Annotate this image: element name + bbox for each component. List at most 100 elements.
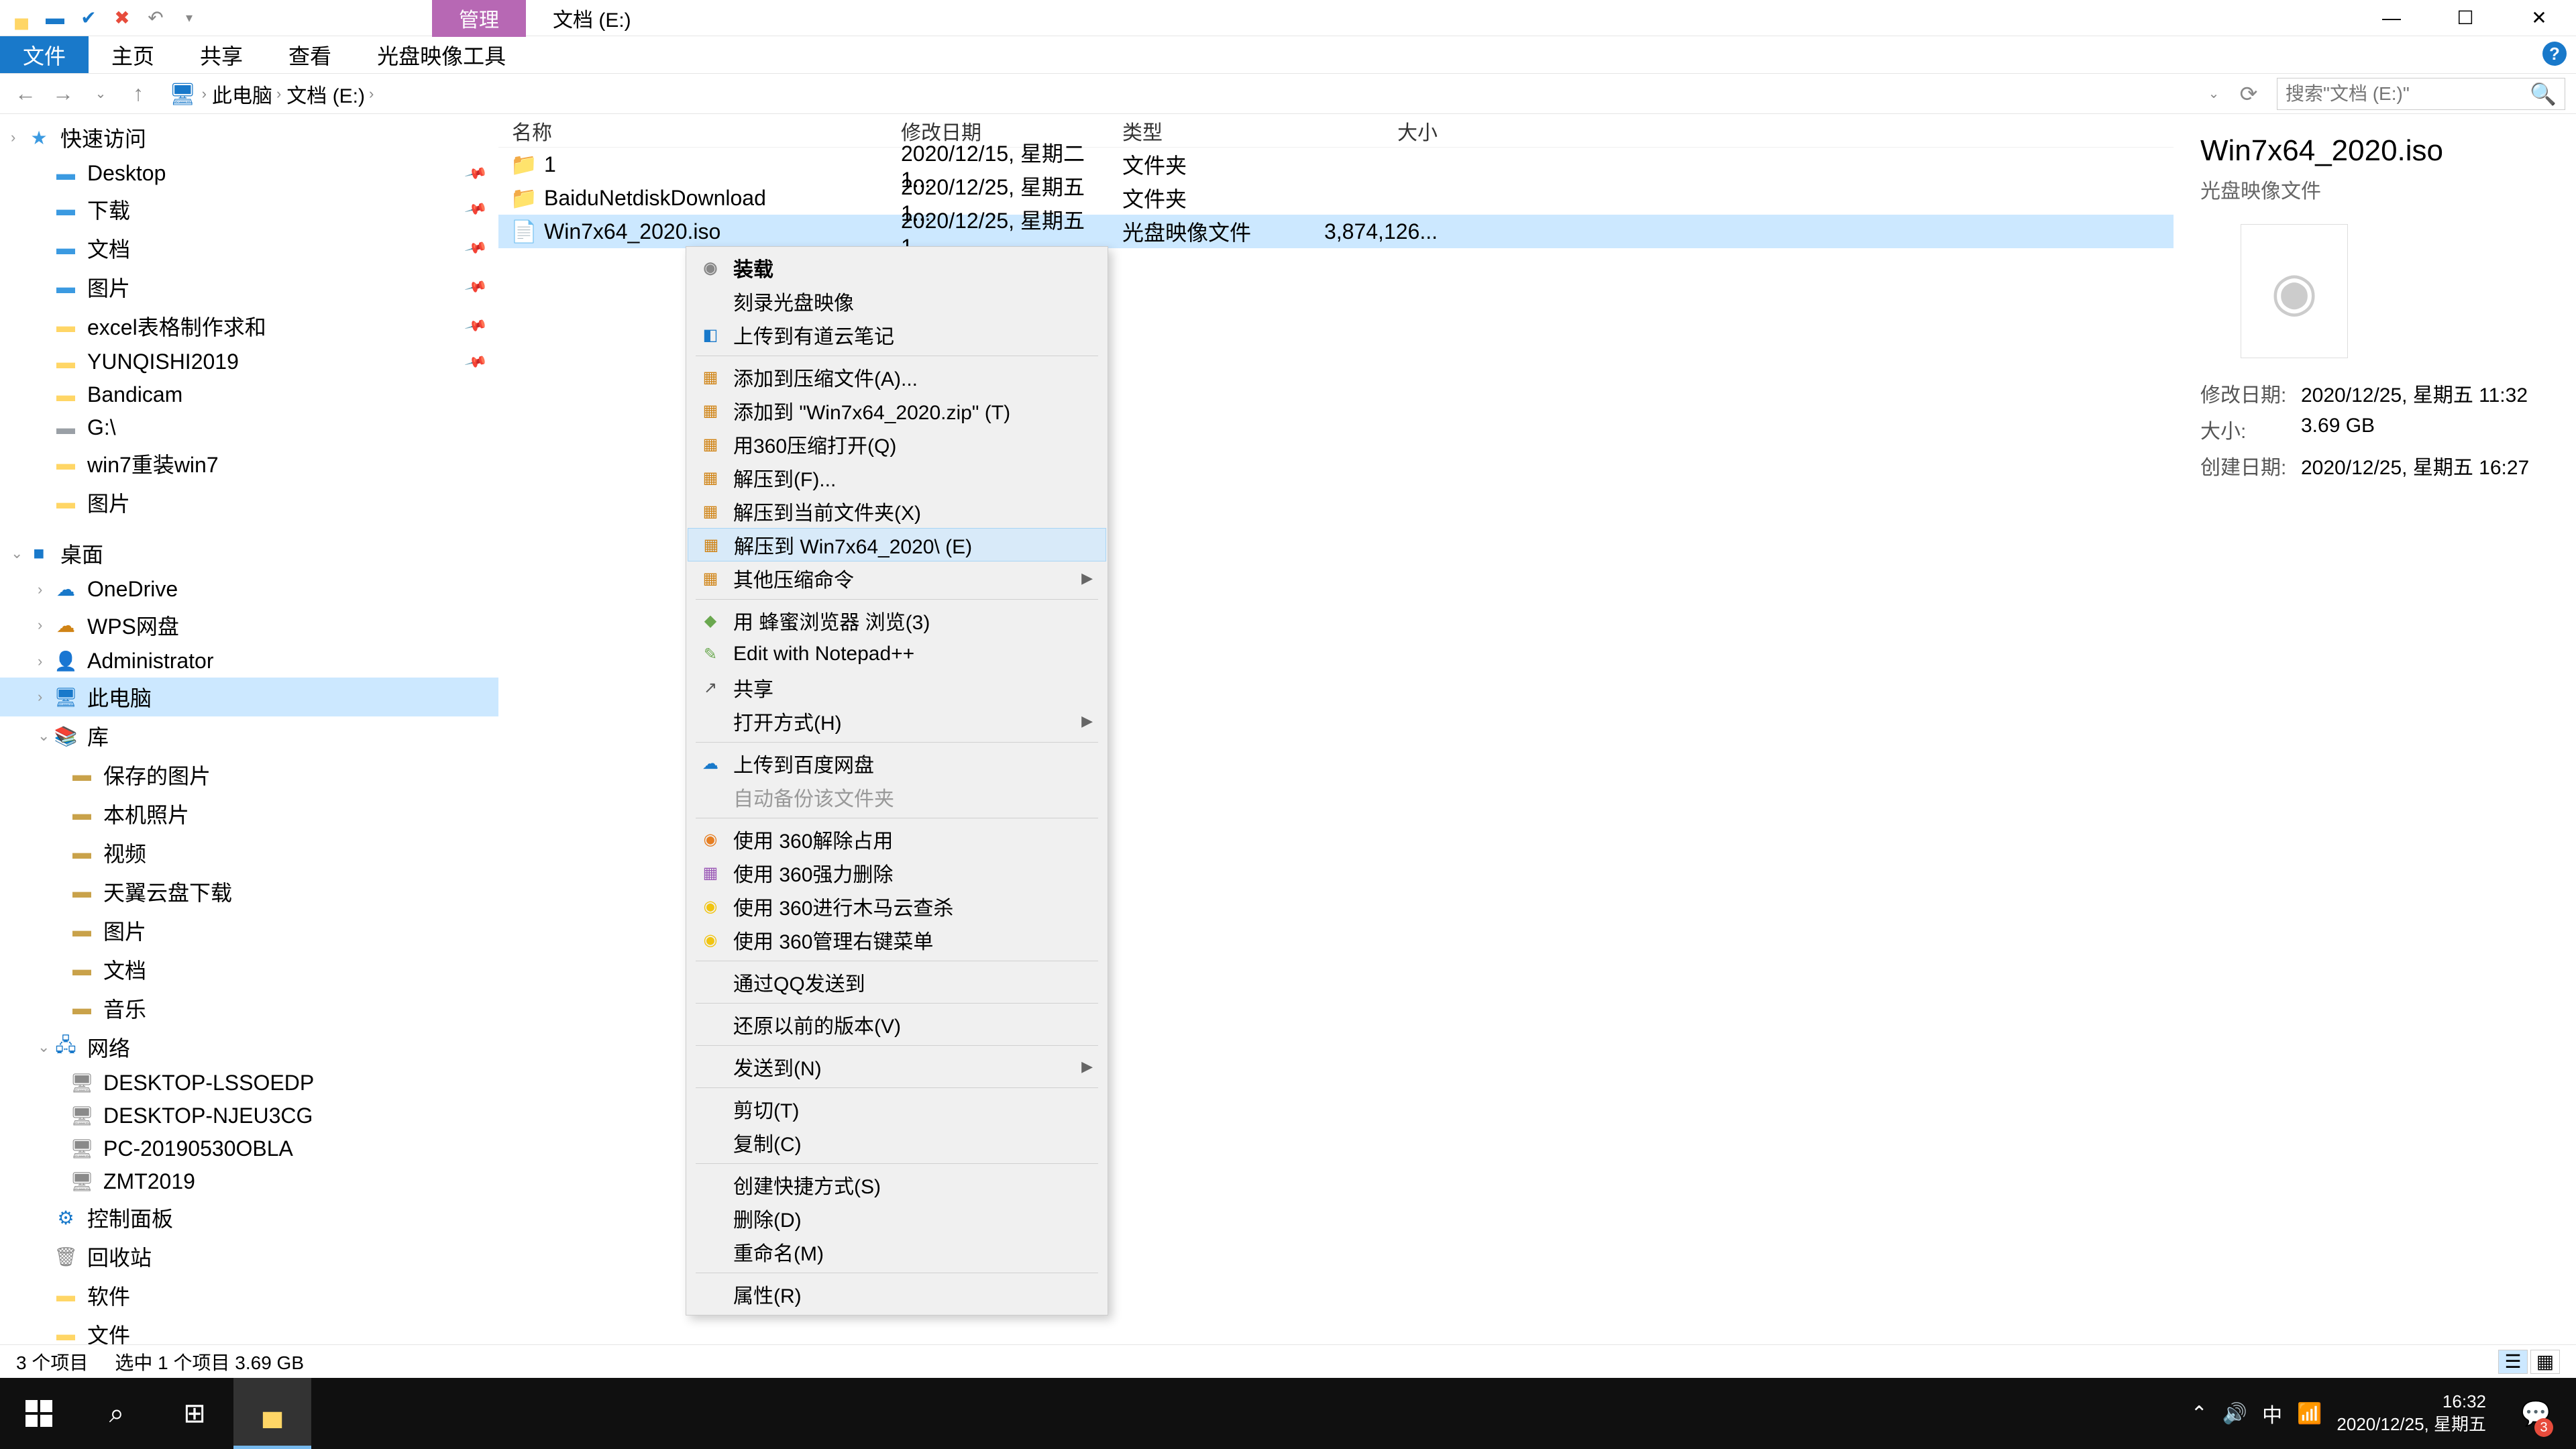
menu-item[interactable]: ◉使用 360解除占用	[688, 822, 1106, 856]
nav-item[interactable]: ▬本机照片	[0, 794, 498, 833]
file-explorer-taskbar[interactable]: ▄	[233, 1378, 311, 1449]
tray-chevron-icon[interactable]: ⌃	[2191, 1402, 2208, 1426]
menu-item[interactable]: ▦解压到 Win7x64_2020\ (E)	[688, 528, 1106, 561]
chevron-icon[interactable]: ›	[38, 653, 42, 670]
chevron-icon[interactable]: ›	[38, 581, 42, 598]
nav-item[interactable]: ⌄■桌面	[0, 534, 498, 573]
chevron-icon[interactable]: ›	[38, 616, 42, 634]
menu-item[interactable]: ▦解压到(F)...	[688, 461, 1106, 494]
nav-item[interactable]: ›👤Administrator	[0, 645, 498, 678]
chevron-icon[interactable]: ›	[38, 688, 42, 706]
search-input[interactable]	[2286, 83, 2530, 105]
menu-item[interactable]: ◧上传到有道云笔记	[688, 318, 1106, 352]
ribbon-tab-disc-tools[interactable]: 光盘映像工具	[354, 36, 529, 73]
chevron-icon[interactable]: ›	[11, 129, 15, 146]
ribbon-tab-home[interactable]: 主页	[89, 36, 177, 73]
breadcrumb[interactable]: 🖥 › 此电脑 › 文档 (E:) ›	[161, 78, 2191, 110]
nav-item[interactable]: ▬图片📌	[0, 268, 498, 307]
qat-dropdown-icon[interactable]: ▾	[178, 7, 200, 29]
nav-item[interactable]: ▬视频	[0, 833, 498, 872]
nav-item[interactable]: 🖥DESKTOP-NJEU3CG	[0, 1099, 498, 1132]
chevron-icon[interactable]: ⌄	[38, 727, 50, 745]
chevron-right-icon[interactable]: ›	[202, 85, 207, 103]
menu-item[interactable]: 复制(C)	[688, 1126, 1106, 1159]
tray-clock[interactable]: 16:32 2020/12/25, 星期五	[2337, 1391, 2494, 1436]
chevron-icon[interactable]: ⌄	[38, 1038, 50, 1056]
back-button[interactable]: ←	[11, 79, 40, 109]
icons-view-button[interactable]: ▦	[2530, 1350, 2560, 1374]
nav-item[interactable]: ▬win7重装win7	[0, 444, 498, 483]
file-row[interactable]: 📄Win7x64_2020.iso2020/12/25, 星期五 1...光盘映…	[498, 215, 2174, 248]
chevron-icon[interactable]: ⌄	[11, 545, 23, 562]
nav-item[interactable]: ▬文件	[0, 1315, 498, 1344]
details-view-button[interactable]: ☰	[2498, 1350, 2528, 1374]
menu-item[interactable]: 剪切(T)	[688, 1092, 1106, 1126]
up-button[interactable]: ↑	[123, 79, 153, 109]
file-row[interactable]: 📁12020/12/15, 星期二 1...文件夹	[498, 148, 2174, 181]
nav-item[interactable]: ⌄🖧网络	[0, 1028, 498, 1067]
refresh-button[interactable]: ⟳	[2234, 79, 2263, 109]
ribbon-tab-share[interactable]: 共享	[177, 36, 266, 73]
menu-item[interactable]: ◉使用 360管理右键菜单	[688, 923, 1106, 957]
menu-item[interactable]: ◆用 蜂蜜浏览器 浏览(3)	[688, 604, 1106, 637]
nav-item[interactable]: ›★快速访问	[0, 118, 498, 157]
nav-item[interactable]: ▬天翼云盘下载	[0, 872, 498, 911]
ribbon-tab-file[interactable]: 文件	[0, 36, 89, 73]
nav-item[interactable]: ▬Bandicam	[0, 378, 498, 411]
start-button[interactable]	[0, 1378, 78, 1449]
nav-item[interactable]: ▬图片	[0, 911, 498, 950]
menu-item[interactable]: ▦解压到当前文件夹(X)	[688, 494, 1106, 528]
menu-item[interactable]: ▦使用 360强力删除	[688, 856, 1106, 890]
help-icon[interactable]: ?	[2542, 42, 2567, 66]
undo-icon[interactable]: ↶	[145, 7, 166, 29]
search-box[interactable]: 🔍	[2277, 78, 2565, 110]
nav-item[interactable]: ▬软件	[0, 1276, 498, 1315]
nav-item[interactable]: 🖥PC-20190530OBLA	[0, 1132, 498, 1165]
nav-item[interactable]: 🖥ZMT2019	[0, 1165, 498, 1198]
menu-item[interactable]: ◉装载	[688, 251, 1106, 284]
nav-item[interactable]: ▬音乐	[0, 989, 498, 1028]
menu-item[interactable]: ▦添加到压缩文件(A)...	[688, 360, 1106, 394]
volume-icon[interactable]: 🔊	[2222, 1402, 2247, 1426]
menu-item[interactable]: 刻录光盘映像	[688, 284, 1106, 318]
menu-item[interactable]: ▦用360压缩打开(Q)	[688, 427, 1106, 461]
nav-item[interactable]: ›☁WPS网盘	[0, 606, 498, 645]
column-name[interactable]: 名称	[498, 116, 888, 146]
ime-indicator[interactable]: 中	[2262, 1399, 2282, 1428]
ribbon-tab-view[interactable]: 查看	[266, 36, 354, 73]
menu-item[interactable]: 删除(D)	[688, 1201, 1106, 1235]
menu-item[interactable]: ▦添加到 "Win7x64_2020.zip" (T)	[688, 394, 1106, 427]
menu-item[interactable]: ▦其他压缩命令▶	[688, 561, 1106, 595]
column-type[interactable]: 类型	[1109, 116, 1290, 146]
menu-item[interactable]: ◉使用 360进行木马云查杀	[688, 890, 1106, 923]
delete-icon[interactable]: ✖	[111, 7, 133, 29]
menu-item[interactable]: ↗共享	[688, 671, 1106, 704]
search-icon[interactable]: 🔍	[2530, 81, 2557, 107]
nav-item[interactable]: ▬图片	[0, 483, 498, 522]
menu-item[interactable]: 属性(R)	[688, 1277, 1106, 1311]
recent-dropdown[interactable]: ⌄	[86, 79, 115, 109]
check-icon[interactable]: ✔	[78, 7, 99, 29]
nav-item[interactable]: ›☁OneDrive	[0, 573, 498, 606]
nav-item[interactable]: 🗑回收站	[0, 1237, 498, 1276]
nav-item[interactable]: ▬G:\	[0, 411, 498, 444]
nav-item[interactable]: ▬文档📌	[0, 229, 498, 268]
menu-item[interactable]: 发送到(N)▶	[688, 1050, 1106, 1083]
forward-button[interactable]: →	[48, 79, 78, 109]
nav-item[interactable]: ▬下载📌	[0, 190, 498, 229]
nav-item[interactable]: ›🖥此电脑	[0, 678, 498, 716]
close-button[interactable]: ✕	[2502, 0, 2576, 36]
menu-item[interactable]: 创建快捷方式(S)	[688, 1168, 1106, 1201]
nav-item[interactable]: ▬excel表格制作求和📌	[0, 307, 498, 345]
network-icon[interactable]: 📶	[2297, 1402, 2322, 1426]
maximize-button[interactable]: ☐	[2428, 0, 2502, 36]
breadcrumb-segment[interactable]: 文档 (E:) ›	[286, 79, 374, 109]
dropdown-icon[interactable]: ⌄	[2199, 79, 2229, 109]
menu-item[interactable]: ✎Edit with Notepad++	[688, 637, 1106, 671]
nav-item[interactable]: ▬保存的图片	[0, 755, 498, 794]
column-size[interactable]: 大小	[1290, 116, 1451, 146]
menu-item[interactable]: 重命名(M)	[688, 1235, 1106, 1269]
minimize-button[interactable]: —	[2355, 0, 2428, 36]
breadcrumb-segment[interactable]: 此电脑 ›	[212, 79, 281, 109]
menu-item[interactable]: 还原以前的版本(V)	[688, 1008, 1106, 1041]
